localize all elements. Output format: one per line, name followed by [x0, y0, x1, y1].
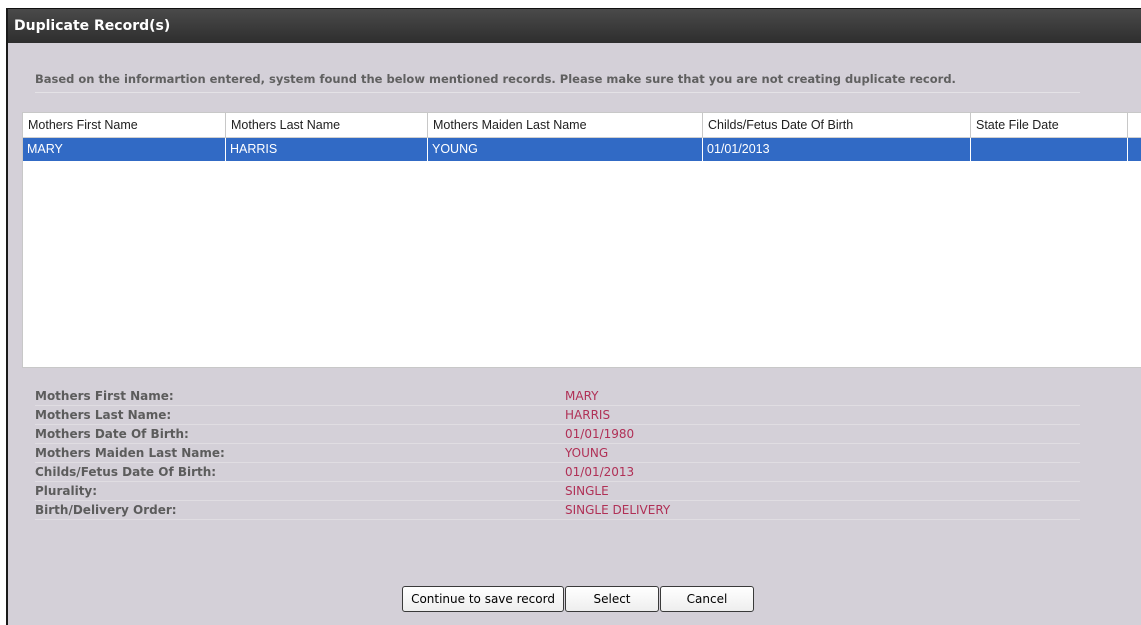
cell-childs-date-of-birth: 01/01/2013: [703, 138, 971, 161]
cell-mothers-first-name: MARY: [23, 138, 226, 161]
detail-row: Mothers First Name: MARY: [35, 387, 1080, 406]
detail-value: 01/01/1980: [565, 427, 635, 441]
detail-label: Mothers Date Of Birth:: [35, 427, 189, 441]
detail-label: Birth/Delivery Order:: [35, 503, 177, 517]
cancel-button[interactable]: Cancel: [660, 586, 754, 612]
select-button[interactable]: Select: [565, 586, 659, 612]
cell-state-file-date: [971, 138, 1128, 161]
detail-row: Mothers Maiden Last Name: YOUNG: [35, 444, 1080, 463]
detail-value: MARY: [565, 389, 599, 403]
detail-value: SINGLE: [565, 484, 609, 498]
detail-row: Mothers Last Name: HARRIS: [35, 406, 1080, 425]
continue-to-save-button[interactable]: Continue to save record: [402, 586, 564, 612]
column-header-mothers-last-name[interactable]: Mothers Last Name: [226, 113, 428, 137]
detail-value: 01/01/2013: [565, 465, 635, 479]
dialog-title: Duplicate Record(s): [8, 8, 1141, 43]
cell-mothers-last-name: HARRIS: [226, 138, 428, 161]
detail-value: YOUNG: [565, 446, 609, 460]
detail-label: Plurality:: [35, 484, 98, 498]
column-header-mothers-maiden-last-name[interactable]: Mothers Maiden Last Name: [428, 113, 703, 137]
record-details: Mothers First Name: MARY Mothers Last Na…: [35, 387, 1080, 520]
duplicate-records-dialog: Duplicate Record(s) Based on the informa…: [6, 8, 1141, 625]
column-header-mothers-first-name[interactable]: Mothers First Name: [23, 113, 226, 137]
column-header-childs-date-of-birth[interactable]: Childs/Fetus Date Of Birth: [703, 113, 971, 137]
detail-row: Childs/Fetus Date Of Birth: 01/01/2013: [35, 463, 1080, 482]
duplicate-notice: Based on the informartion entered, syste…: [35, 72, 1080, 93]
detail-label: Mothers Last Name:: [35, 408, 172, 422]
dialog-buttons: Continue to save record Select Cancel: [402, 586, 754, 612]
detail-row: Plurality: SINGLE: [35, 482, 1080, 501]
detail-value: HARRIS: [565, 408, 611, 422]
records-grid: Mothers First Name Mothers Last Name Mot…: [22, 112, 1141, 368]
detail-row: Mothers Date Of Birth: 01/01/1980: [35, 425, 1080, 444]
detail-label: Mothers First Name:: [35, 389, 174, 403]
grid-header: Mothers First Name Mothers Last Name Mot…: [23, 113, 1141, 138]
detail-label: Mothers Maiden Last Name:: [35, 446, 225, 460]
detail-row: Birth/Delivery Order: SINGLE DELIVERY: [35, 501, 1080, 520]
detail-value: SINGLE DELIVERY: [565, 503, 671, 517]
table-row[interactable]: MARY HARRIS YOUNG 01/01/2013: [23, 138, 1141, 161]
cell-mothers-maiden-last-name: YOUNG: [428, 138, 703, 161]
detail-label: Childs/Fetus Date Of Birth:: [35, 465, 217, 479]
column-header-state-file-date[interactable]: State File Date: [971, 113, 1128, 137]
